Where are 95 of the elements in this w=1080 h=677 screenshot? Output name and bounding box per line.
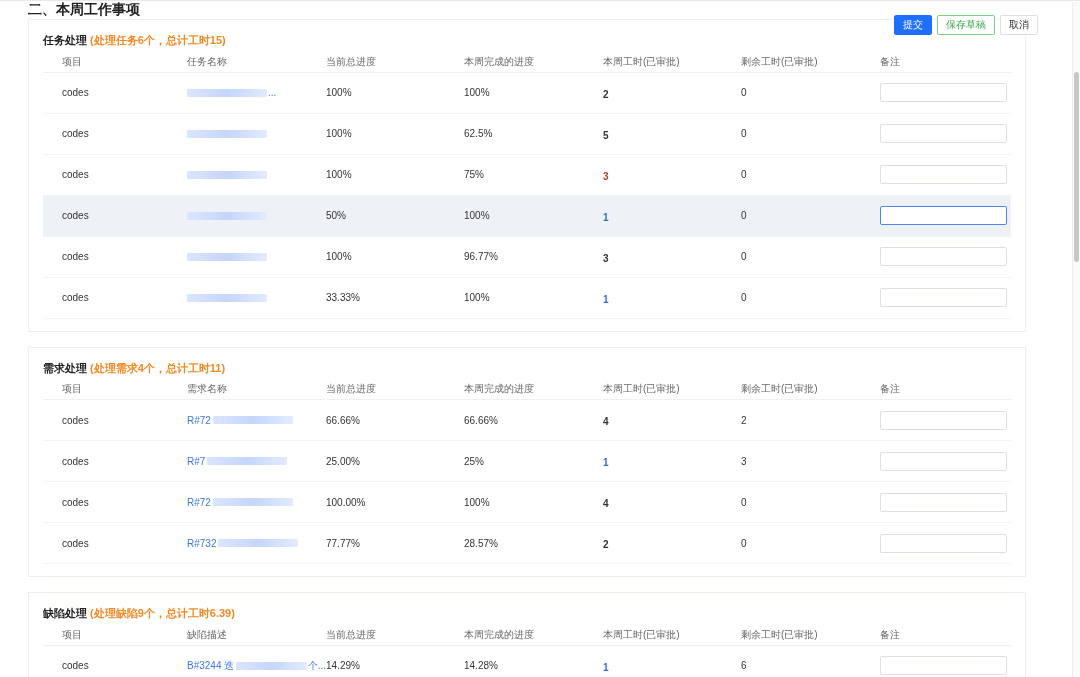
column-header: 剩余工时(已审批) (741, 382, 819, 396)
scrollbar-thumb[interactable] (1074, 72, 1079, 262)
table-cell-text: 28.57% (464, 536, 499, 551)
table-cell-text: 0 (741, 86, 748, 100)
table-cell: 5 (603, 129, 609, 141)
table-cell: 2 (603, 539, 609, 550)
table-cell-text: 3 (741, 454, 748, 469)
column-header: 本周完成的进度 (464, 627, 535, 642)
table-cell-text: 33.33% (326, 291, 361, 305)
table-cell-text: 0 (741, 291, 748, 305)
table-cell-text: 100% (326, 168, 353, 182)
table-cell-text: codes (62, 127, 90, 141)
table-cell-text: 14.28% (464, 659, 499, 673)
table-cell-text: 96.77% (464, 250, 499, 264)
table-cell: 1 (603, 661, 609, 673)
table-cell-text: codes (62, 495, 90, 510)
table-cell-text: codes (62, 86, 90, 100)
item-link[interactable]: R#732 (187, 535, 217, 551)
table-cell-text: 100% (326, 127, 353, 141)
table-cell-text: 62.5% (464, 127, 494, 141)
table-row[interactable]: codes 50% 100% 1 0 (43, 195, 1011, 237)
column-header: 本周工时(已审批) (603, 54, 681, 69)
column-header: 本周工时(已审批) (603, 382, 681, 396)
table-cell-text: 66.66% (464, 413, 499, 428)
table-cell-text: 100% (464, 209, 491, 223)
column-header: 本周工时(已审批) (603, 627, 681, 642)
table-cell-text: 0 (741, 168, 748, 182)
section-title: 缺陷处理 (43, 606, 87, 621)
table-cell: 4 (603, 416, 609, 427)
table-cell-text: codes (62, 413, 90, 428)
table-cell-text: codes (62, 209, 90, 223)
table-cell-text: 50% (326, 209, 347, 223)
column-header: 当前总进度 (326, 54, 377, 69)
column-header: 当前总进度 (326, 627, 377, 642)
table-cell-text: 0 (741, 536, 748, 551)
section-heading: 二、本周工作事项 (28, 1, 141, 17)
table-cell-text: codes (62, 454, 90, 469)
table-cell-text: 75% (464, 168, 485, 182)
column-header: 项目 (62, 54, 83, 69)
table-cell-text: codes (62, 291, 90, 305)
table-cell: 3 (603, 170, 609, 182)
table-cell-text: 25% (464, 454, 485, 469)
column-header: 备注 (880, 382, 901, 396)
table-cell-text: 0 (741, 209, 748, 223)
section-title: 任务处理 (43, 33, 87, 48)
section-summary: (处理任务6个，总计工时15) (90, 33, 226, 48)
column-header: 项目 (62, 627, 83, 642)
table-cell-text: codes (62, 168, 90, 182)
table-cell: 3 (603, 252, 609, 264)
table-cell-text: 0 (741, 127, 748, 141)
column-header: 项目 (62, 382, 83, 396)
table-cell-text: 6 (741, 659, 748, 673)
item-link[interactable]: B#3244 迭 (187, 658, 235, 673)
section-summary: (处理需求4个，总计工时11) (90, 360, 226, 376)
item-link[interactable]: 个... (307, 658, 326, 673)
table-cell-text: 66.66% (326, 413, 361, 428)
table-cell-text: codes (62, 536, 90, 551)
table-cell-text: 0 (741, 495, 748, 510)
item-link[interactable]: ... (268, 85, 277, 100)
submit-button[interactable]: 提交 (894, 15, 932, 35)
column-header: 当前总进度 (326, 382, 377, 396)
table-cell-text: 0 (741, 250, 748, 264)
table-cell-text: 100% (326, 86, 353, 100)
column-header: 任务名称 (187, 54, 228, 69)
section-summary: (处理缺陷9个，总计工时6.39) (90, 606, 235, 621)
column-header: 需求名称 (187, 382, 228, 396)
section-title: 需求处理 (43, 360, 87, 376)
item-link[interactable]: R#72 (187, 494, 211, 510)
column-header: 缺陷描述 (187, 627, 228, 642)
item-link[interactable]: R#72 (187, 412, 211, 428)
note-input-field[interactable] (880, 206, 1007, 225)
column-header: 备注 (880, 627, 901, 642)
column-header: 剩余工时(已审批) (741, 627, 819, 642)
table-cell: 2 (603, 88, 609, 100)
cancel-button[interactable]: 取消 (1000, 15, 1038, 35)
table-cell-text: 100% (464, 291, 491, 305)
table-cell-text: 100.00% (326, 495, 367, 510)
column-header: 本周完成的进度 (464, 54, 535, 69)
table-cell-text: 25.00% (326, 454, 361, 469)
table-cell-text: 100% (326, 250, 353, 264)
table-cell: 1 (603, 211, 609, 223)
column-header: 备注 (880, 54, 901, 69)
column-header: 本周完成的进度 (464, 382, 535, 396)
table-cell-text: codes (62, 659, 90, 673)
table-cell-text: 100% (464, 86, 491, 100)
table-cell-text: 2 (741, 413, 748, 428)
table-cell-text: 100% (464, 495, 491, 510)
item-link[interactable]: R#7 (187, 453, 206, 469)
table-cell-text: 77.77% (326, 536, 361, 551)
column-header: 剩余工时(已审批) (741, 54, 819, 69)
table-cell-text: 14.29% (326, 659, 361, 673)
table-cell: 1 (603, 293, 609, 305)
table-cell: 1 (603, 457, 609, 468)
table-cell-text: codes (62, 250, 90, 264)
table-cell: 4 (603, 498, 609, 509)
